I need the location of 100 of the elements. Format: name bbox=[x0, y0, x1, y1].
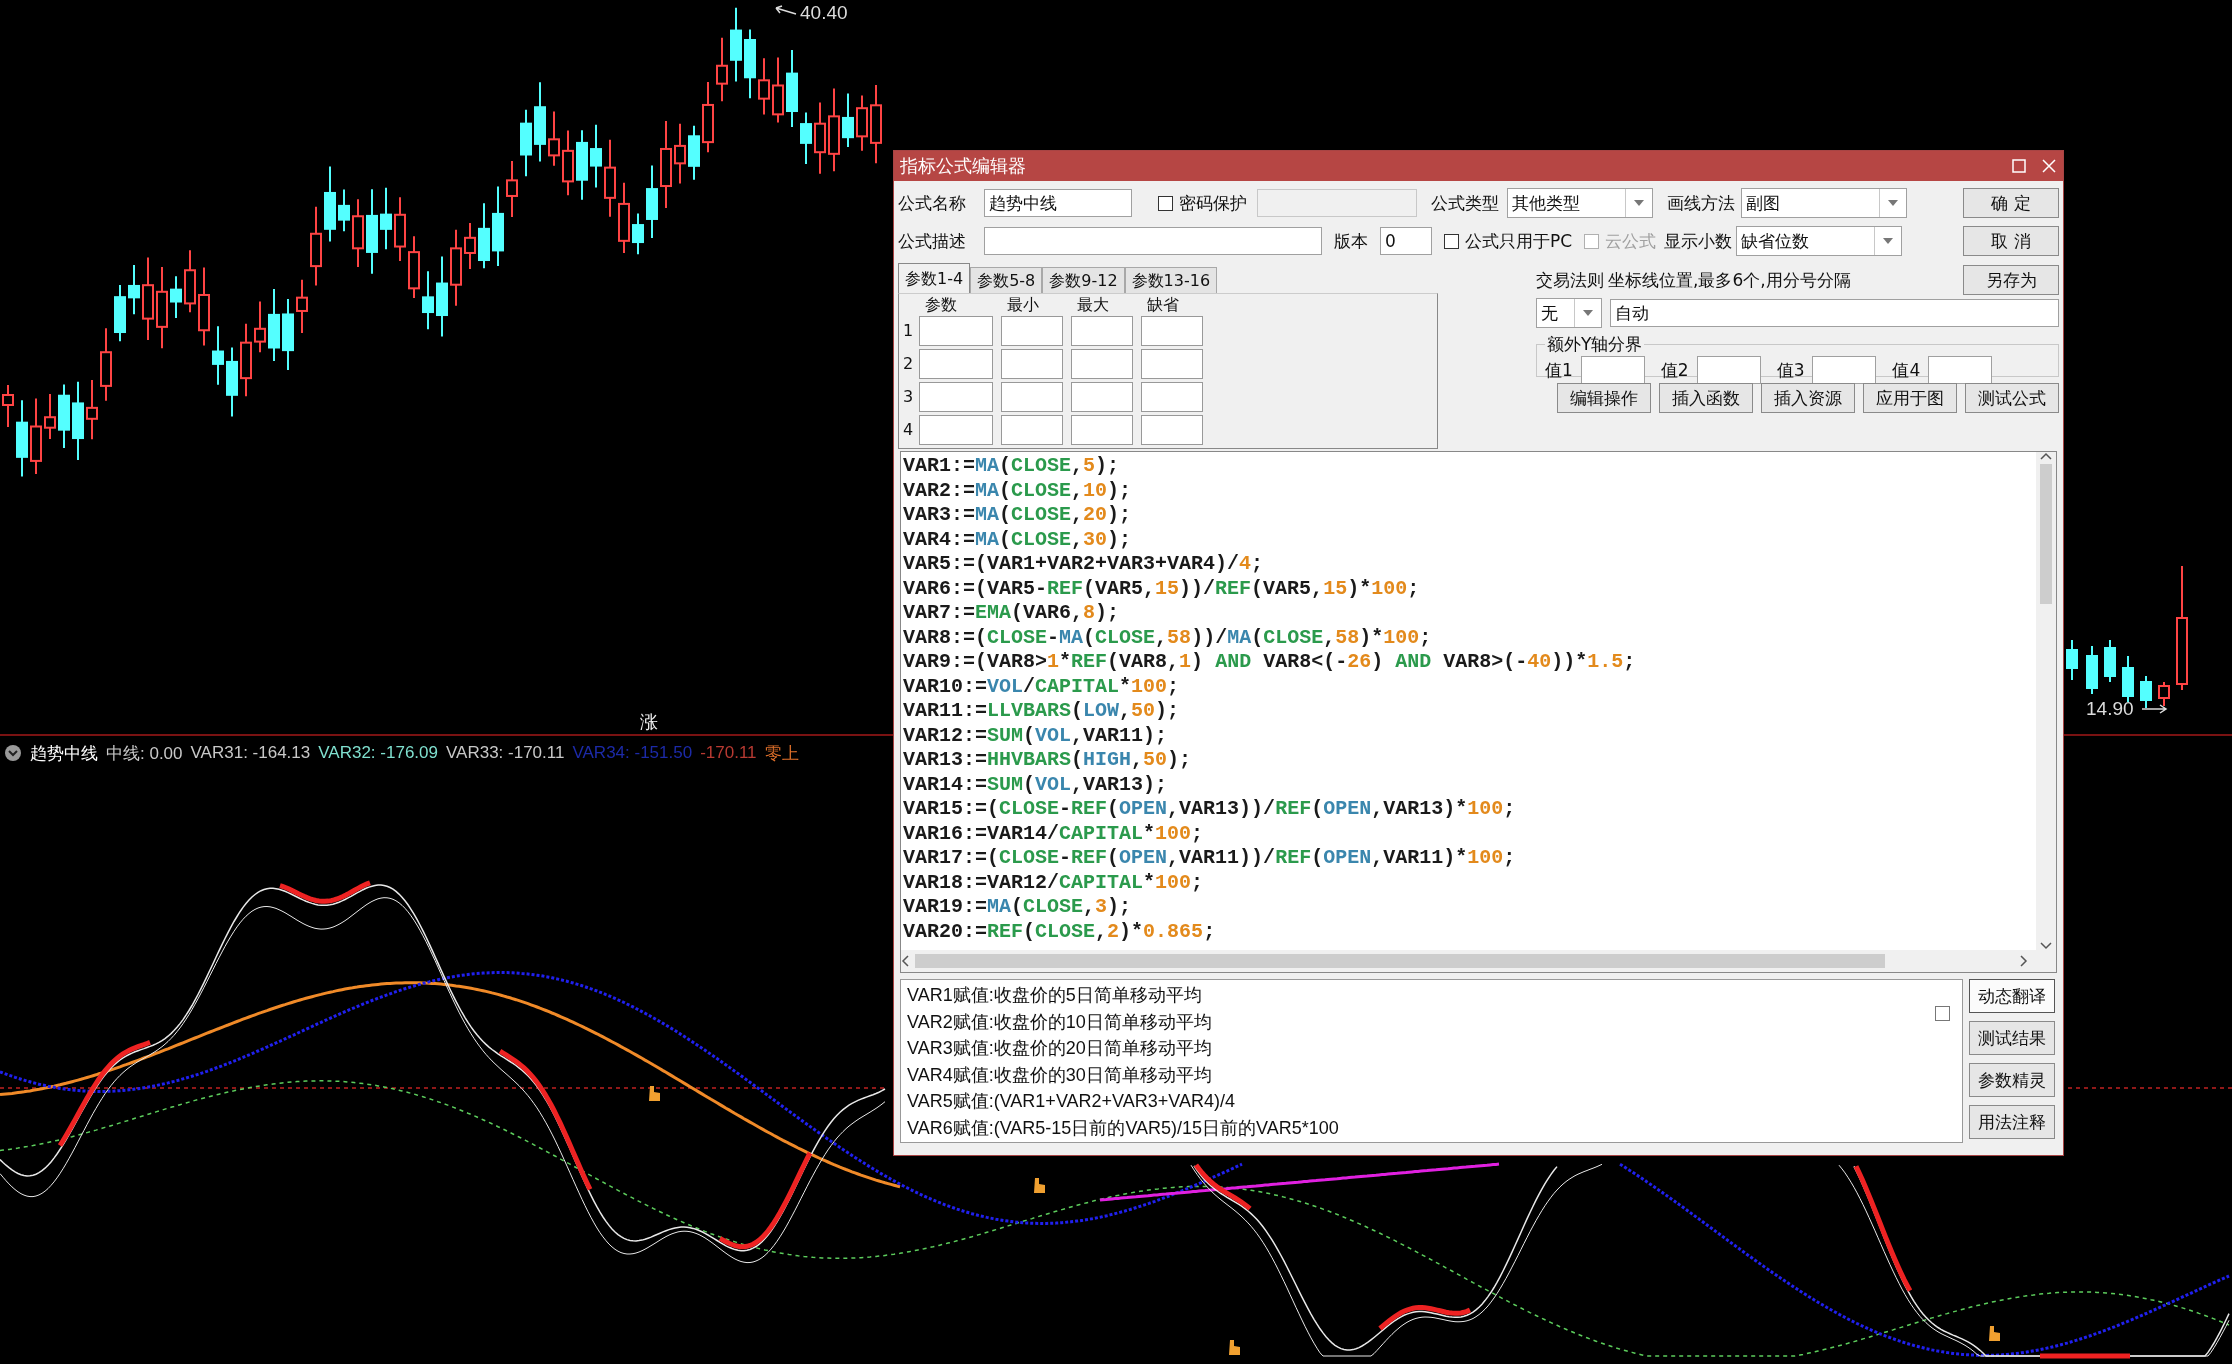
horizontal-scrollbar[interactable] bbox=[901, 950, 2056, 972]
button[interactable]: 测试结果 bbox=[1969, 1021, 2055, 1055]
button[interactable]: 应用于图 bbox=[1863, 383, 1957, 413]
input-field[interactable] bbox=[919, 348, 993, 379]
field-label: 值2 bbox=[1660, 358, 1689, 382]
tab[interactable]: 参数5-8 bbox=[970, 267, 1043, 293]
scroll-up-icon[interactable] bbox=[2040, 452, 2052, 460]
note-line: VAR6赋值:(VAR5-15日前的VAR5)/15日前的VAR5*100 bbox=[907, 1116, 1339, 1140]
input-field[interactable] bbox=[1141, 315, 1203, 346]
input-field[interactable] bbox=[1928, 356, 1993, 384]
input-field[interactable] bbox=[1141, 348, 1203, 379]
input-field[interactable] bbox=[1001, 381, 1063, 412]
button[interactable]: 参数精灵 bbox=[1969, 1063, 2055, 1097]
rise-marker: 涨 bbox=[640, 712, 658, 732]
code-line: VAR14:=SUM(VOL,VAR13); bbox=[903, 772, 1168, 797]
hand-pointer-icon bbox=[1034, 1178, 1045, 1193]
dropdown[interactable]: 其他类型 bbox=[1507, 188, 1653, 218]
code-line: VAR2:=MA(CLOSE,10); bbox=[903, 478, 1132, 503]
note-line: VAR3赋值:收盘价的20日简单移动平均 bbox=[907, 1037, 1212, 1060]
indicator-value: VAR32: -176.09 bbox=[318, 743, 438, 763]
candlestick bbox=[2086, 645, 2098, 695]
close-icon[interactable] bbox=[2041, 158, 2057, 174]
column-header: 最大 bbox=[1077, 296, 1110, 314]
input-field[interactable] bbox=[1001, 348, 1063, 379]
input-field[interactable] bbox=[1001, 414, 1063, 445]
scroll-right-icon[interactable] bbox=[2020, 955, 2028, 967]
input-field[interactable] bbox=[1696, 356, 1761, 384]
field-label: 画线方法 bbox=[1667, 191, 1735, 215]
input-field[interactable] bbox=[1071, 381, 1133, 412]
button[interactable]: 测试公式 bbox=[1965, 383, 2059, 413]
price-label: 14.90 bbox=[2086, 698, 2134, 720]
input-field[interactable] bbox=[919, 381, 993, 412]
button[interactable]: 用法注释 bbox=[1969, 1105, 2055, 1139]
hand-pointer-icon bbox=[1229, 1340, 1240, 1355]
vertical-scrollbar[interactable] bbox=[2036, 452, 2056, 950]
code-line: VAR4:=MA(CLOSE,30); bbox=[903, 527, 1132, 552]
maximize-icon[interactable] bbox=[2011, 158, 2027, 174]
price-label: 40.40 bbox=[800, 2, 848, 24]
code-line: VAR18:=VAR12/CAPITAL*100; bbox=[903, 870, 1204, 895]
indicator-value: VAR34: -151.50 bbox=[572, 743, 693, 763]
input-field[interactable] bbox=[1580, 356, 1645, 384]
input-field[interactable] bbox=[984, 227, 1322, 255]
button[interactable]: 另存为 bbox=[1963, 265, 2059, 295]
input-field[interactable] bbox=[1257, 189, 1417, 217]
field-label: 值1 bbox=[1545, 358, 1573, 382]
input-field[interactable] bbox=[1812, 356, 1877, 384]
input-field[interactable] bbox=[1071, 414, 1133, 445]
button[interactable]: 插入资源 bbox=[1761, 383, 1855, 413]
column-header: 参数 bbox=[925, 296, 958, 314]
tab[interactable]: 参数13-16 bbox=[1124, 267, 1218, 293]
indicator-value: VAR33: -170.11 bbox=[446, 743, 565, 763]
button[interactable]: 动态翻译 bbox=[1969, 979, 2055, 1013]
button[interactable]: 插入函数 bbox=[1659, 383, 1753, 413]
field-label: 值3 bbox=[1776, 358, 1805, 382]
code-line: VAR11:=LLVBARS(LOW,50); bbox=[903, 699, 1180, 724]
chevron-down-icon[interactable] bbox=[4, 744, 22, 762]
checkbox[interactable] bbox=[1935, 1006, 1950, 1021]
code-line: VAR1:=MA(CLOSE,5); bbox=[903, 454, 1120, 479]
caret-icon bbox=[1888, 200, 1898, 206]
dropdown[interactable]: 缺省位数 bbox=[1736, 226, 1903, 256]
checkbox[interactable] bbox=[1158, 195, 1173, 211]
caret-icon bbox=[1634, 200, 1644, 206]
field-label: 公式类型 bbox=[1431, 191, 1499, 215]
scroll-down-icon[interactable] bbox=[2040, 942, 2052, 950]
input-field[interactable] bbox=[1071, 315, 1133, 346]
field-label: 显示小数 bbox=[1664, 229, 1733, 253]
scroll-left-icon[interactable] bbox=[901, 955, 909, 967]
field-label: 版本 bbox=[1334, 229, 1368, 253]
tab[interactable]: 参数1-4 bbox=[898, 263, 971, 293]
candlestick bbox=[2104, 639, 2116, 683]
input-field[interactable] bbox=[919, 414, 993, 445]
input-field[interactable] bbox=[919, 315, 993, 346]
input-field[interactable]: 趋势中线 bbox=[984, 189, 1132, 217]
button[interactable]: 编辑操作 bbox=[1557, 383, 1651, 413]
field-label: 密码保护 bbox=[1179, 191, 1247, 215]
candlestick bbox=[2140, 675, 2152, 709]
scroll-thumb[interactable] bbox=[2040, 464, 2052, 604]
code-editor[interactable] bbox=[900, 451, 2057, 973]
caret-icon bbox=[1883, 238, 1894, 244]
input-field[interactable]: 0 bbox=[1380, 227, 1432, 255]
field-label: 公式描述 bbox=[898, 229, 967, 253]
field-label: 公式名称 bbox=[898, 191, 967, 215]
dropdown[interactable]: 副图 bbox=[1741, 188, 1907, 218]
code-line: VAR15:=(CLOSE-REF(OPEN,VAR13))/REF(OPEN,VAR13)*100; bbox=[903, 797, 1516, 822]
hand-pointer-icon bbox=[649, 1086, 660, 1101]
note-line: VAR4赋值:收盘价的30日简单移动平均 bbox=[907, 1063, 1212, 1087]
input-field[interactable] bbox=[1141, 381, 1203, 412]
checkbox[interactable] bbox=[1444, 233, 1459, 249]
scroll-thumb[interactable] bbox=[915, 954, 1885, 968]
input-field[interactable]: 自动 bbox=[1610, 299, 2059, 327]
tab[interactable]: 参数9-12 bbox=[1042, 267, 1125, 293]
arrow-icon bbox=[2140, 703, 2170, 715]
input-field[interactable] bbox=[1001, 315, 1063, 346]
input-field[interactable] bbox=[1071, 348, 1133, 379]
button[interactable]: 确 定 bbox=[1963, 188, 2059, 218]
dropdown[interactable]: 无 bbox=[1536, 298, 1602, 328]
button[interactable]: 取 消 bbox=[1963, 226, 2059, 256]
input-field[interactable] bbox=[1141, 414, 1203, 445]
code-line: VAR17:=(CLOSE-REF(OPEN,VAR11))/REF(OPEN,VAR11)*100; bbox=[903, 846, 1516, 871]
field-label: 公式只用于PC bbox=[1465, 229, 1573, 253]
